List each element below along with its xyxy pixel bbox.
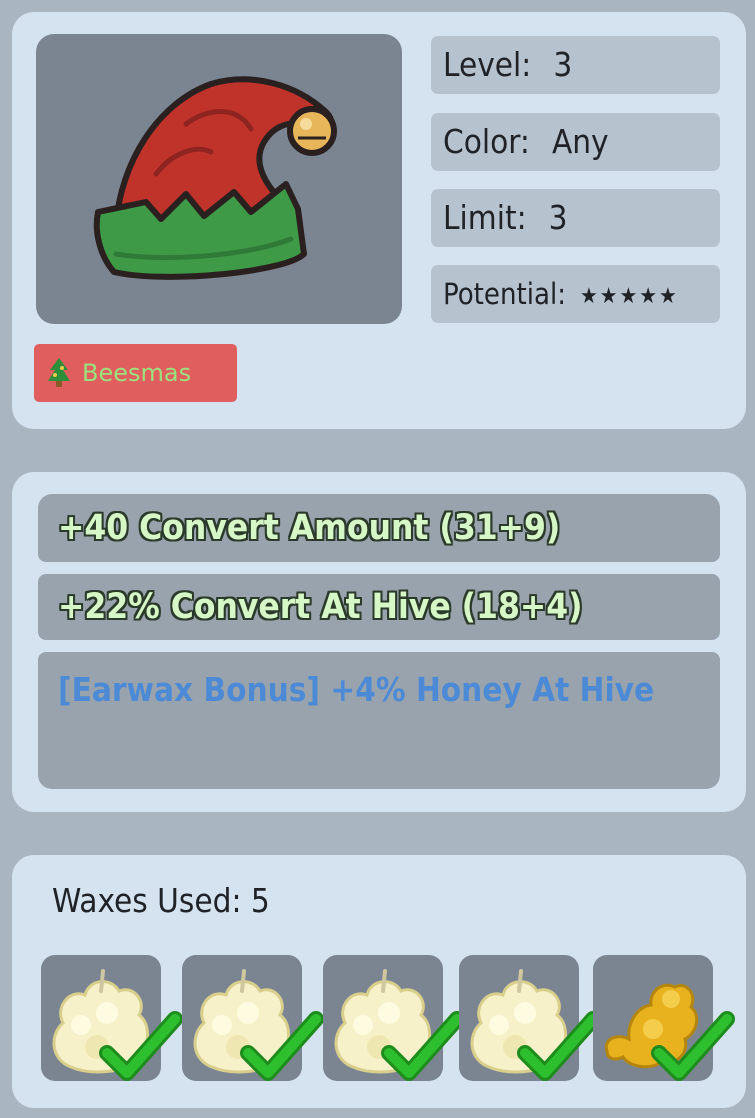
bonus-convert-amount: +40 Convert Amount (31+9): [38, 494, 720, 562]
check-icon: [651, 1011, 735, 1081]
limit-value: 3: [548, 198, 568, 237]
christmas-tree-icon: [48, 358, 70, 387]
bonus-convert-at-hive: +22% Convert At Hive (18+4): [38, 574, 720, 640]
potential-label: Potential:: [443, 277, 566, 311]
limit-label: Limit:: [443, 198, 527, 237]
wax-slot-5[interactable]: [593, 955, 735, 1081]
level-value: 3: [553, 45, 573, 84]
beesmas-tag[interactable]: Beesmas: [34, 344, 237, 402]
check-icon: [381, 1011, 465, 1081]
wax-slot-2[interactable]: [182, 955, 324, 1081]
bonus-card: +40 Convert Amount (31+9) +22% Convert A…: [12, 472, 746, 812]
color-label: Color:: [443, 122, 530, 161]
limit-row: Limit: 3: [431, 189, 720, 247]
tag-label: Beesmas: [82, 359, 192, 387]
check-icon: [240, 1011, 324, 1081]
level-row: Level: 3: [431, 36, 720, 94]
check-icon: [99, 1011, 183, 1081]
item-card: Level: 3 Color: Any Limit: 3 Potential: ★★★★…: [12, 12, 746, 429]
waxes-used-label: Waxes Used: 5: [52, 881, 270, 920]
wax-slot-4[interactable]: [459, 955, 601, 1081]
color-value: Any: [551, 122, 609, 161]
item-portrait: [36, 34, 402, 324]
color-row: Color: Any: [431, 113, 720, 171]
check-icon: [517, 1011, 601, 1081]
level-label: Level:: [443, 45, 532, 84]
earwax-bonus: [Earwax Bonus] +4% Honey At Hive: [38, 652, 720, 789]
elf-hat-icon: [93, 76, 337, 280]
wax-slot-3[interactable]: [323, 955, 465, 1081]
potential-row: Potential: ★★★★★: [431, 265, 720, 323]
potential-stars: ★★★★★: [579, 284, 679, 309]
wax-slot-1[interactable]: [41, 955, 183, 1081]
waxes-card: Waxes Used: 5: [12, 855, 746, 1108]
